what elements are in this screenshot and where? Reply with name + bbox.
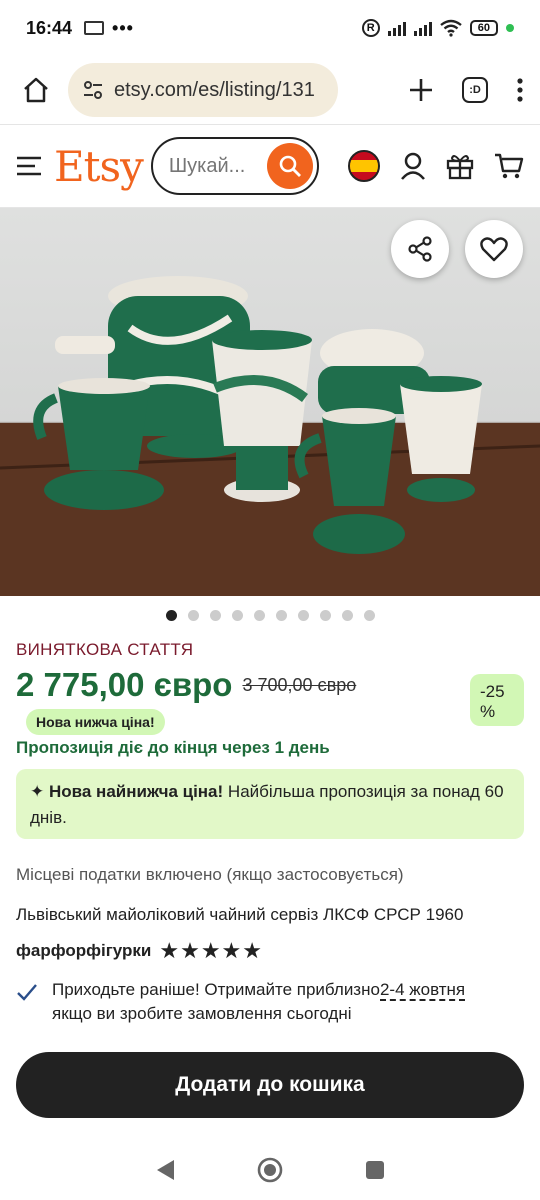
tea-set-photo [0, 276, 540, 596]
add-to-cart-button[interactable]: Додати до кошика [16, 1052, 524, 1118]
carousel-dot[interactable] [363, 610, 375, 621]
delivery-prefix: Приходьте раніше! Отримайте приблизно [52, 980, 380, 999]
address-bar[interactable]: etsy.com/es/listing/131 [68, 63, 338, 117]
shop-name-link[interactable]: фарфорфігурки [16, 941, 151, 961]
cart-icon[interactable] [494, 152, 524, 180]
carousel-dot[interactable] [231, 610, 243, 621]
delivery-info: Приходьте раніше! Отримайте приблизно2-4… [16, 978, 524, 1026]
account-icon[interactable] [400, 152, 426, 180]
carousel-dot[interactable] [319, 610, 331, 621]
original-price: 3 700,00 євро [242, 674, 357, 695]
wifi-icon [440, 19, 462, 37]
shop-row: фарфорфігурки ★★★★★ [16, 938, 524, 964]
recents-icon[interactable] [364, 1159, 386, 1181]
registered-icon: R [361, 19, 380, 37]
price-row: 2 775,00 євро 3 700,00 євро [16, 666, 524, 704]
product-title: Львівський майоліковий чайний сервіз ЛКС… [16, 905, 464, 924]
carousel-dot[interactable] [275, 610, 287, 621]
carousel-dot[interactable] [209, 610, 221, 621]
etsy-logo[interactable]: Etsy [54, 142, 144, 191]
carousel-dot[interactable] [297, 610, 309, 621]
new-tab-icon[interactable] [408, 77, 434, 103]
current-price: 2 775,00 євро [16, 666, 233, 703]
url-text: etsy.com/es/listing/131 [114, 78, 315, 101]
battery-icon: 60 [469, 20, 498, 36]
share-button[interactable] [391, 220, 449, 278]
new-price-badge: Нова нижча ціна! [26, 709, 165, 735]
browser-toolbar: etsy.com/es/listing/131 :D [0, 56, 540, 124]
signal-icon [387, 20, 406, 36]
home-icon[interactable] [16, 70, 56, 110]
signal-icon-2 [413, 20, 432, 36]
favorite-button[interactable] [465, 220, 523, 278]
carousel-indicator [0, 610, 540, 621]
tabs-switcher-button[interactable]: :D [462, 77, 488, 103]
gift-icon[interactable] [446, 152, 474, 180]
taxes-note: Місцеві податки включено (якщо застосову… [16, 865, 404, 884]
heart-icon [480, 237, 508, 262]
search-icon [279, 155, 301, 177]
carousel-dot[interactable] [187, 610, 199, 621]
system-nav-bar [0, 1140, 540, 1200]
promo-banner: ✦ Нова найнижча ціна! Найбільша пропозиц… [16, 769, 524, 839]
hamburger-menu-icon[interactable] [16, 155, 42, 177]
site-settings-icon[interactable] [82, 79, 104, 101]
offer-ends-text: Пропозиція діє до кінця через 1 день [16, 738, 330, 757]
delivery-dates-link[interactable]: 2-4 жовтня [379, 980, 466, 1001]
more-menu-icon[interactable] [516, 77, 524, 103]
status-time: 16:44 [26, 17, 73, 38]
sparkle-icon: ✦ [30, 782, 45, 801]
home-button-icon[interactable] [256, 1156, 284, 1184]
search-input[interactable] [168, 154, 261, 178]
status-bar: 16:44 ••• R 60 [0, 0, 540, 56]
carousel-dot[interactable] [165, 610, 177, 621]
privacy-dot-icon [506, 24, 514, 32]
rating-stars[interactable]: ★★★★★ [159, 938, 263, 964]
search-box [150, 137, 319, 195]
carousel-dot[interactable] [341, 610, 353, 621]
etsy-header: Etsy [0, 124, 540, 208]
share-icon [408, 236, 432, 262]
back-icon[interactable] [154, 1158, 176, 1182]
notification-dots: ••• [112, 17, 134, 38]
delivery-suffix: якщо ви зробите замовлення сьогодні [52, 1004, 352, 1023]
search-button[interactable] [266, 143, 313, 189]
checkmark-icon [17, 984, 37, 1001]
promo-title: Нова найнижча ціна! [48, 782, 224, 801]
exceptional-item-label: ВИНЯТКОВА СТАТТЯ [16, 640, 194, 659]
product-image[interactable] [0, 208, 540, 596]
spain-flag-icon[interactable] [348, 150, 380, 182]
discount-badge: -25 % [470, 674, 524, 726]
sim-icon [84, 21, 105, 35]
carousel-dot[interactable] [253, 610, 265, 621]
